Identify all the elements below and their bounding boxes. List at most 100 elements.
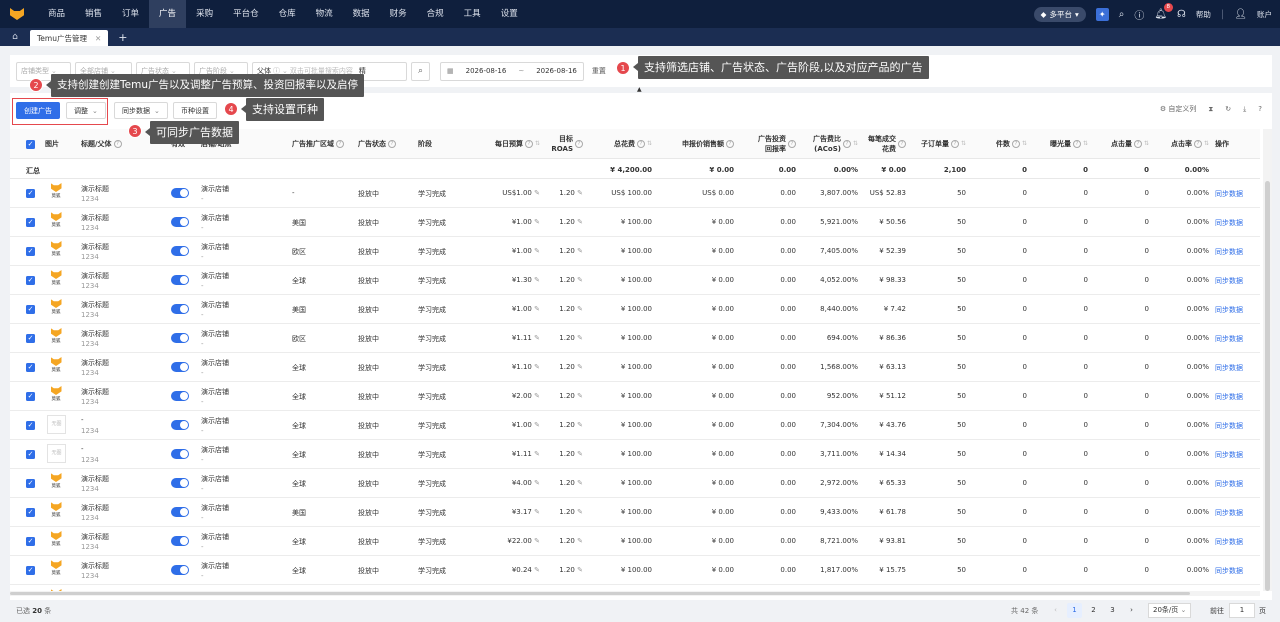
row-checkbox[interactable]: ✓: [26, 537, 35, 546]
horizontal-scrollbar[interactable]: [10, 591, 1260, 596]
edit-icon[interactable]: ✎: [534, 305, 540, 313]
edit-icon[interactable]: ✎: [577, 276, 583, 284]
nav-item[interactable]: 数据: [343, 0, 380, 28]
app-switch-icon[interactable]: ✦: [1095, 7, 1109, 21]
edit-icon[interactable]: ✎: [577, 247, 583, 255]
nav-item[interactable]: 销售: [75, 0, 112, 28]
edit-icon[interactable]: ✎: [534, 392, 540, 400]
row-title[interactable]: 演示标题: [81, 329, 109, 339]
row-budget[interactable]: ¥4.00 ✎: [512, 479, 540, 487]
product-image[interactable]: 莫狐: [48, 270, 64, 289]
nav-item[interactable]: 设置: [491, 0, 528, 28]
edit-icon[interactable]: ✎: [577, 508, 583, 516]
adjust-button[interactable]: 调整 ⌄: [66, 102, 106, 119]
nav-item[interactable]: 合规: [417, 0, 454, 28]
row-budget[interactable]: ¥1.00 ✎: [512, 421, 540, 429]
table-row[interactable]: ✓ 莫狐 演示标题 1234 演示店铺 - 全球 投放中 学习完成 ¥22.00 ✎ 1.20 ✎ ¥…: [10, 527, 1260, 556]
row-checkbox[interactable]: ✓: [26, 334, 35, 343]
help-circle-icon[interactable]: ?: [898, 140, 906, 148]
date-range-picker[interactable]: ▦ 2026-08-16 ~ 2026-08-16: [440, 61, 584, 81]
row-title[interactable]: 演示标题: [81, 387, 109, 397]
sync-data-link[interactable]: 同步数据: [1215, 450, 1243, 460]
valid-toggle[interactable]: [171, 391, 189, 401]
help-link[interactable]: 帮助: [1196, 9, 1211, 20]
platform-switch[interactable]: ◆ 多平台 ▾: [1033, 6, 1086, 22]
select-all-checkbox[interactable]: ✓: [26, 139, 35, 149]
help-circle-icon[interactable]: ?: [524, 140, 533, 148]
edit-icon[interactable]: ✎: [534, 247, 540, 255]
edit-icon[interactable]: ✎: [577, 392, 583, 400]
row-title[interactable]: 演示标题: [81, 474, 109, 484]
row-roas[interactable]: 1.20 ✎: [559, 276, 583, 284]
row-title[interactable]: 演示标题: [81, 503, 109, 513]
nav-item[interactable]: 工具: [454, 0, 491, 28]
edit-icon[interactable]: ✎: [577, 189, 583, 197]
nav-item[interactable]: 物流: [306, 0, 343, 28]
row-budget[interactable]: US$1.00 ✎: [502, 189, 540, 197]
row-roas[interactable]: 1.20 ✎: [559, 305, 583, 313]
help-circle-icon[interactable]: ?: [113, 140, 122, 148]
next-page-icon[interactable]: ›: [1124, 603, 1139, 618]
add-tab-icon[interactable]: +: [118, 31, 127, 44]
valid-toggle[interactable]: [171, 275, 189, 285]
sync-data-button[interactable]: 同步数据 ⌄: [114, 102, 168, 119]
sync-data-link[interactable]: 同步数据: [1215, 479, 1243, 489]
headset-icon[interactable]: ☊: [1177, 9, 1186, 20]
prev-page-icon[interactable]: ‹: [1048, 603, 1063, 618]
row-budget[interactable]: ¥1.00 ✎: [512, 247, 540, 255]
edit-icon[interactable]: ✎: [534, 276, 540, 284]
valid-toggle[interactable]: [171, 246, 189, 256]
app-logo[interactable]: [0, 0, 34, 28]
help-circle-icon[interactable]: ?: [1258, 105, 1262, 113]
valid-toggle[interactable]: [171, 507, 189, 517]
row-roas[interactable]: 1.20 ✎: [559, 334, 583, 342]
help-circle-icon[interactable]: ?: [726, 140, 734, 148]
table-row[interactable]: ✓ 莫狐 演示标题 1234 演示店铺 - 全球 投放中 学习完成 ¥1.30 ✎ 1.20 ✎ ¥ …: [10, 266, 1260, 295]
product-image[interactable]: 莫狐: [48, 183, 64, 202]
valid-toggle[interactable]: [171, 420, 189, 430]
edit-icon[interactable]: ✎: [577, 566, 583, 574]
sync-data-link[interactable]: 同步数据: [1215, 392, 1243, 402]
help-circle-icon[interactable]: ?: [842, 140, 851, 148]
sync-data-link[interactable]: 同步数据: [1215, 508, 1243, 518]
row-roas[interactable]: 1.20 ✎: [559, 537, 583, 545]
page-1[interactable]: 1: [1067, 603, 1082, 618]
edit-icon[interactable]: ✎: [534, 537, 540, 545]
valid-toggle[interactable]: [171, 217, 189, 227]
sync-data-link[interactable]: 同步数据: [1215, 334, 1243, 344]
nav-item[interactable]: 采购: [186, 0, 223, 28]
help-circle-icon[interactable]: ?: [788, 140, 796, 148]
row-roas[interactable]: 1.20 ✎: [559, 566, 583, 574]
nav-item[interactable]: 平台仓: [223, 0, 269, 28]
sync-data-link[interactable]: 同步数据: [1215, 276, 1243, 286]
sync-data-link[interactable]: 同步数据: [1215, 305, 1243, 315]
page-size-select[interactable]: 20条/页 ⌄: [1148, 603, 1192, 618]
product-image[interactable]: 莫狐: [48, 473, 64, 492]
row-checkbox[interactable]: ✓: [26, 566, 35, 575]
valid-toggle[interactable]: [171, 304, 189, 314]
scroll-thumb[interactable]: [1265, 181, 1270, 591]
row-title[interactable]: 演示标题: [81, 271, 109, 281]
home-icon[interactable]: ⌂: [0, 28, 30, 46]
sync-data-link[interactable]: 同步数据: [1215, 247, 1243, 257]
edit-icon[interactable]: ✎: [534, 479, 540, 487]
user-icon[interactable]: 👤︎: [1234, 9, 1247, 20]
reset-button[interactable]: 重置: [592, 66, 606, 76]
nav-item[interactable]: 财务: [380, 0, 417, 28]
edit-icon[interactable]: ✎: [577, 537, 583, 545]
row-checkbox[interactable]: ✓: [26, 218, 35, 227]
edit-icon[interactable]: ✎: [534, 189, 540, 197]
row-roas[interactable]: 1.20 ✎: [559, 392, 583, 400]
sort-icon[interactable]: ⇅: [1144, 139, 1149, 149]
table-row[interactable]: ✓ 莫狐 演示标题 1234 演示店铺 - 欧区 投放中 学习完成 ¥1.11 ✎ 1.20 ✎ ¥ …: [10, 324, 1260, 353]
sync-data-link[interactable]: 同步数据: [1215, 218, 1243, 228]
search-icon[interactable]: ⌕: [1119, 9, 1125, 20]
sort-icon[interactable]: ⇅: [1204, 139, 1209, 149]
edit-icon[interactable]: ✎: [577, 218, 583, 226]
product-image[interactable]: 莫狐: [48, 357, 64, 376]
edit-icon[interactable]: ✎: [534, 450, 540, 458]
row-budget[interactable]: ¥1.30 ✎: [512, 276, 540, 284]
nav-item[interactable]: 仓库: [269, 0, 306, 28]
sync-data-link[interactable]: 同步数据: [1215, 363, 1243, 373]
page-2[interactable]: 2: [1086, 603, 1101, 618]
